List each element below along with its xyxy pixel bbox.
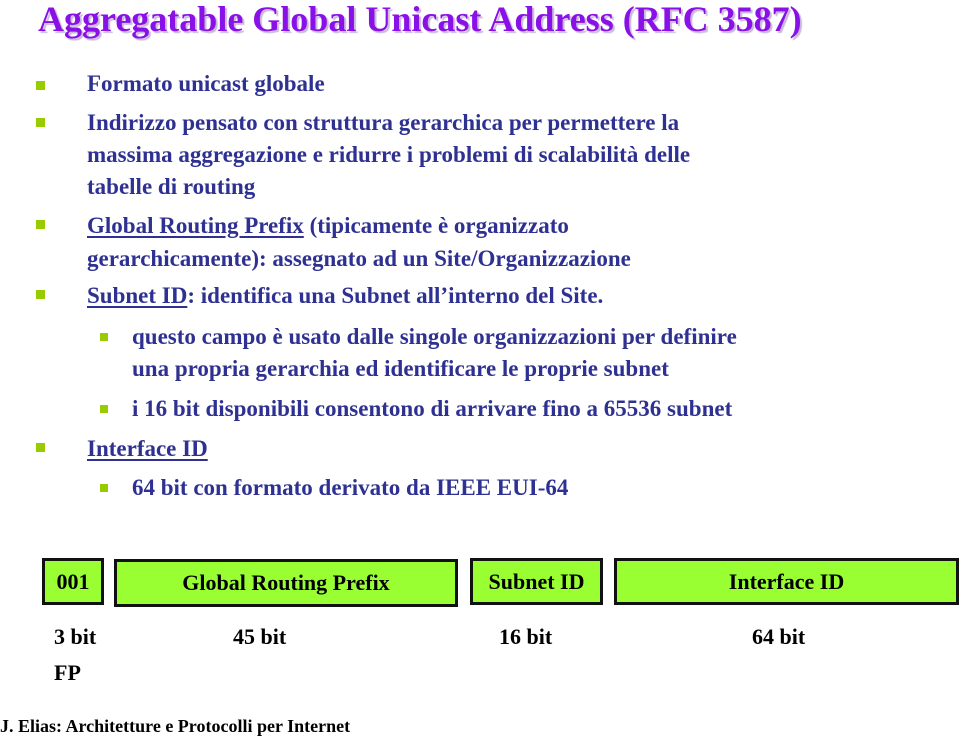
sub-bullet-text-line: questo campo è usato dalle singole organ… xyxy=(132,324,737,349)
term-subnet-id: Subnet ID xyxy=(87,283,188,308)
bullet-square-icon xyxy=(36,118,45,127)
term-global-routing-prefix: Global Routing Prefix xyxy=(87,213,304,238)
bullet-text-line: gerarchicamente): assegnato ad un Site/O… xyxy=(87,246,631,271)
bits-label-subnet-id: 16 bit xyxy=(499,624,553,649)
bits-label-global-routing-prefix: 45 bit xyxy=(233,624,287,649)
field-interface-id: Interface ID xyxy=(614,558,959,605)
bullet-square-icon xyxy=(36,81,45,90)
sub-bullet-text: i 16 bit disponibili consentono di arriv… xyxy=(132,396,733,421)
footer-credit: J. Elias: Architetture e Protocolli per … xyxy=(0,716,351,736)
bullet-square-icon xyxy=(36,290,45,299)
bullet-square-icon xyxy=(36,220,45,229)
bullet-text: Formato unicast globale xyxy=(87,71,325,96)
bullet-text-line: Global Routing Prefix (tipicamente è org… xyxy=(87,210,569,241)
field-global-routing-prefix: Global Routing Prefix xyxy=(114,559,458,607)
slide-title: Aggregatable Global Unicast Address (RFC… xyxy=(38,0,802,39)
bullet-text: (tipicamente è organizzato xyxy=(303,213,569,238)
sub-bullet-square-icon xyxy=(100,484,108,492)
term-interface-id: Interface ID xyxy=(87,436,208,461)
bullet-text-line: Subnet ID: identifica una Subnet all’int… xyxy=(87,280,603,311)
field-subnet-id: Subnet ID xyxy=(470,558,603,605)
field-fp: 001 xyxy=(42,558,104,605)
bullet-text-line: tabelle di routing xyxy=(87,174,256,199)
sub-bullet-text-line: una propria gerarchia ed identificare le… xyxy=(132,356,669,381)
sub-bullet-square-icon xyxy=(100,405,108,413)
bullet-text: : identifica una Subnet all’interno del … xyxy=(187,283,604,308)
bullet-text-line: Interface ID xyxy=(87,433,208,464)
bits-label-interface-id: 64 bit xyxy=(752,624,806,649)
sub-bullet-text: 64 bit con formato derivato da IEEE EUI-… xyxy=(132,475,569,500)
fp-label: FP xyxy=(54,660,81,685)
bullet-square-icon xyxy=(36,443,45,452)
bullet-text-line: Indirizzo pensato con struttura gerarchi… xyxy=(87,110,680,135)
sub-bullet-square-icon xyxy=(100,333,108,341)
bullet-text-line: massima aggregazione e ridurre i problem… xyxy=(87,142,691,167)
bits-label-fp: 3 bit xyxy=(54,624,97,649)
